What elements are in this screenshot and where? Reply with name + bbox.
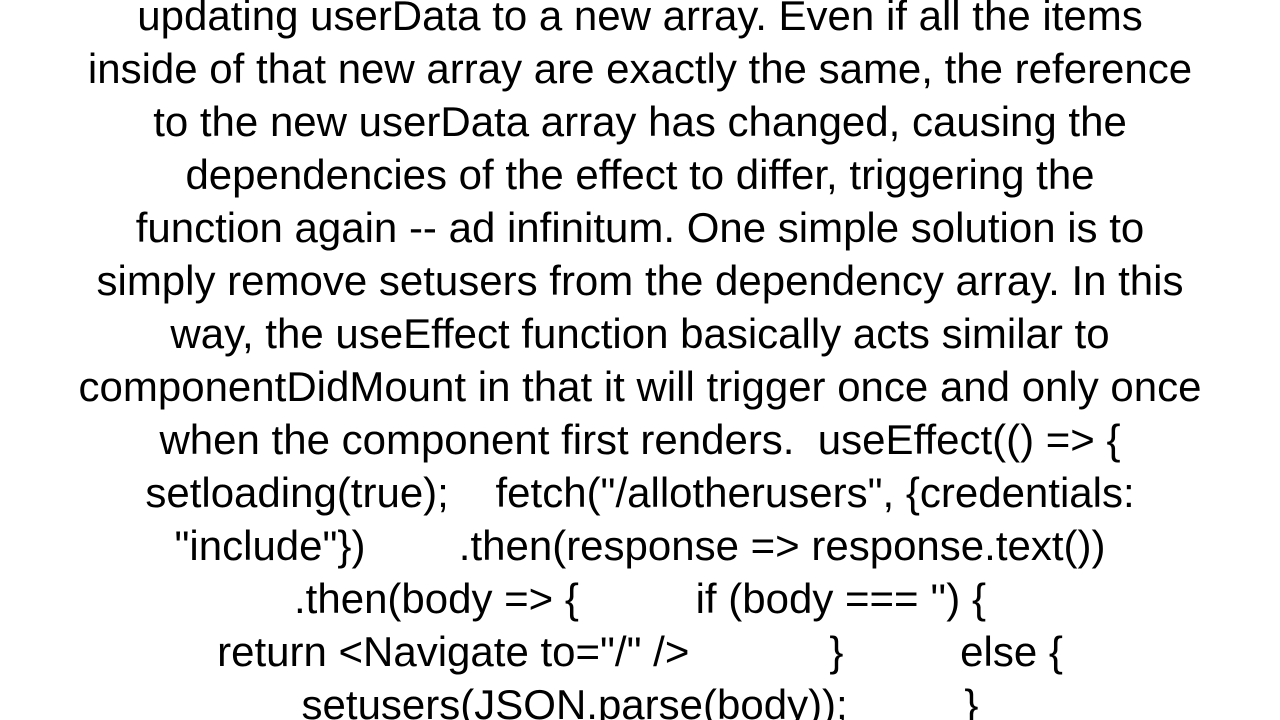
answer-body: updating userData to a new array. Even i… — [0, 0, 1280, 720]
text-line: setloading(true); fetch("/allotherusers"… — [145, 469, 1135, 516]
text-line: return <Navigate to="/" /> } else { — [217, 628, 1063, 675]
text-line: inside of that new array are exactly the… — [87, 45, 1193, 92]
text-line: "include"}) .then(response => response.t… — [174, 522, 1106, 569]
text-line: setusers(JSON.parse(body)); } — [301, 681, 979, 720]
text-line: simply remove setusers from the dependen… — [96, 257, 1184, 304]
text-line: .then(body => { if (body === '') { — [294, 575, 986, 622]
text-line: componentDidMount in that it will trigge… — [78, 363, 1202, 410]
answer-viewport: updating userData to a new array. Even i… — [0, 0, 1280, 720]
text-line: way, the useEffect function basically ac… — [170, 310, 1110, 357]
text-line: function again -- ad infinitum. One simp… — [135, 204, 1145, 251]
text-line: updating userData to a new array. Even i… — [137, 0, 1143, 39]
text-line: when the component first renders. useEff… — [159, 416, 1121, 463]
text-line: dependencies of the effect to differ, tr… — [185, 151, 1095, 198]
text-line: to the new userData array has changed, c… — [153, 98, 1127, 145]
